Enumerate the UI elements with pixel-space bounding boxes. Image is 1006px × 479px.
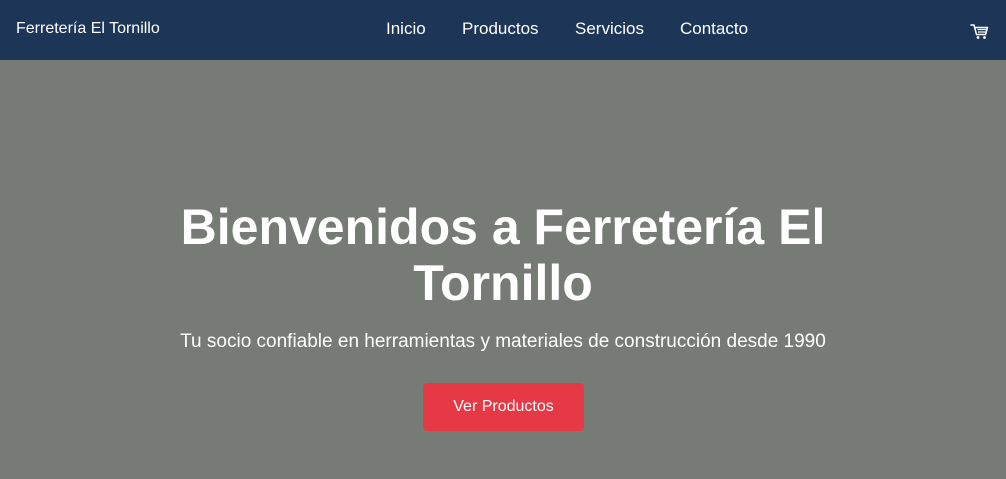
hero-section: Bienvenidos a Ferretería El Tornillo Tu … — [0, 60, 1006, 479]
main-nav: Inicio Productos Servicios Contacto — [0, 19, 1006, 41]
hero-subtitle: Tu socio confiable en herramientas y mat… — [180, 331, 826, 352]
hero-title: Bienvenidos a Ferretería El Tornillo — [180, 199, 826, 311]
nav-link-inicio[interactable]: Inicio — [386, 19, 426, 39]
shopping-cart-icon[interactable] — [970, 22, 990, 42]
ver-productos-button[interactable]: Ver Productos — [423, 383, 584, 431]
nav-link-productos[interactable]: Productos — [462, 19, 539, 39]
shopping-cart-glyph — [970, 24, 989, 39]
navbar: Ferretería El Tornillo Inicio Productos … — [0, 0, 1006, 60]
nav-link-contacto[interactable]: Contacto — [680, 19, 748, 39]
nav-link-servicios[interactable]: Servicios — [575, 19, 644, 39]
